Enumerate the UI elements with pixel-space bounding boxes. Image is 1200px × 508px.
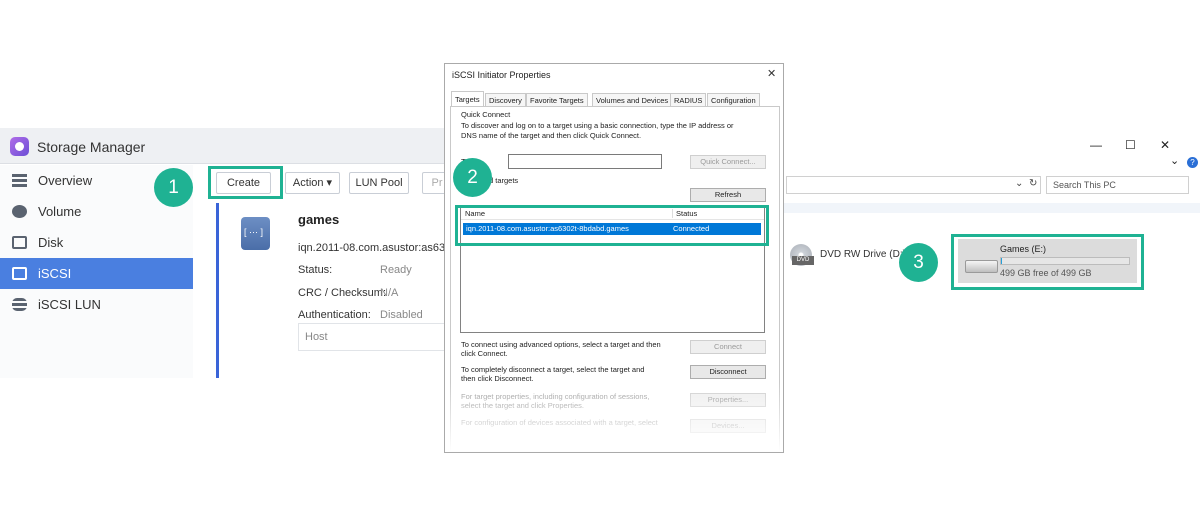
chevron-down-icon[interactable]: ⌄ <box>1170 154 1179 167</box>
tab-discovery[interactable]: Discovery <box>485 93 526 106</box>
action-dropdown[interactable]: Action ▾ <box>285 172 340 194</box>
sidebar-item-label: iSCSI <box>38 266 72 281</box>
highlight-games-drive <box>951 234 1144 290</box>
maximize-icon[interactable]: ☐ <box>1125 138 1136 152</box>
iscsi-initiator-dialog: iSCSI Initiator Properties ✕ Targets Dis… <box>444 63 784 453</box>
volume-icon <box>12 205 27 218</box>
help-icon[interactable]: ? <box>1187 157 1198 168</box>
search-input[interactable]: Search This PC <box>1046 176 1189 194</box>
overview-icon <box>12 174 27 187</box>
sidebar-item-label: Overview <box>38 173 93 188</box>
callout-1: 1 <box>154 168 193 207</box>
window-title: Storage Manager <box>37 139 146 155</box>
highlight-create <box>208 166 283 199</box>
tab-favorite-targets[interactable]: Favorite Targets <box>526 93 588 106</box>
tab-radius[interactable]: RADIUS <box>670 93 707 106</box>
dvd-drive-icon: DVD <box>790 244 814 270</box>
highlight-target-row <box>455 205 769 246</box>
dvd-drive-label[interactable]: DVD RW Drive (D:) <box>820 249 906 260</box>
sidebar-item-label: iSCSI LUN <box>38 297 101 312</box>
address-bar[interactable]: ⌄ ↻ <box>786 176 1041 194</box>
targets-tab-panel <box>450 106 780 452</box>
auth-value: Disabled <box>380 309 423 321</box>
callout-2: 2 <box>453 158 492 197</box>
storage-manager-logo-icon <box>10 137 29 156</box>
minimize-icon[interactable]: — <box>1090 138 1102 152</box>
host-field[interactable]: Host <box>298 323 458 351</box>
sidebar-item-label: Disk <box>38 235 64 250</box>
status-label: Status: <box>298 264 333 276</box>
close-icon[interactable]: ✕ <box>1160 138 1170 152</box>
callout-3: 3 <box>899 243 938 282</box>
disk-icon <box>12 236 27 249</box>
lun-pool-button[interactable]: LUN Pool <box>349 172 409 194</box>
crc-label: CRC / Checksum: <box>298 287 387 299</box>
auth-label: Authentication: <box>298 309 371 321</box>
address-dropdown-icon[interactable]: ⌄ <box>1015 178 1023 189</box>
sidebar-item-iscsi-lun[interactable]: iSCSI LUN <box>0 289 193 320</box>
target-iqn: iqn.2011-08.com.asustor:as6302t <box>298 242 461 254</box>
target-name: games <box>298 212 340 227</box>
divider <box>782 203 1200 213</box>
iscsi-icon <box>12 267 27 280</box>
iscsi-lun-icon <box>12 298 27 311</box>
title-bar: Storage Manager <box>0 128 460 164</box>
tab-volumes-devices[interactable]: Volumes and Devices <box>592 93 673 106</box>
status-value: Ready <box>380 264 412 276</box>
close-icon[interactable]: ✕ <box>767 67 776 80</box>
refresh-icon[interactable]: ↻ <box>1029 178 1037 189</box>
selection-indicator <box>216 203 219 378</box>
crc-value: N/A <box>380 287 399 299</box>
sidebar-item-iscsi[interactable]: iSCSI <box>0 258 193 289</box>
tab-configuration[interactable]: Configuration <box>707 93 760 106</box>
tab-targets[interactable]: Targets <box>451 91 484 107</box>
sidebar-item-disk[interactable]: Disk <box>0 227 193 258</box>
dvd-tag: DVD <box>792 256 814 265</box>
iscsi-target-icon <box>241 217 270 250</box>
sidebar-item-label: Volume <box>38 204 82 219</box>
dialog-title: iSCSI Initiator Properties <box>452 70 551 80</box>
